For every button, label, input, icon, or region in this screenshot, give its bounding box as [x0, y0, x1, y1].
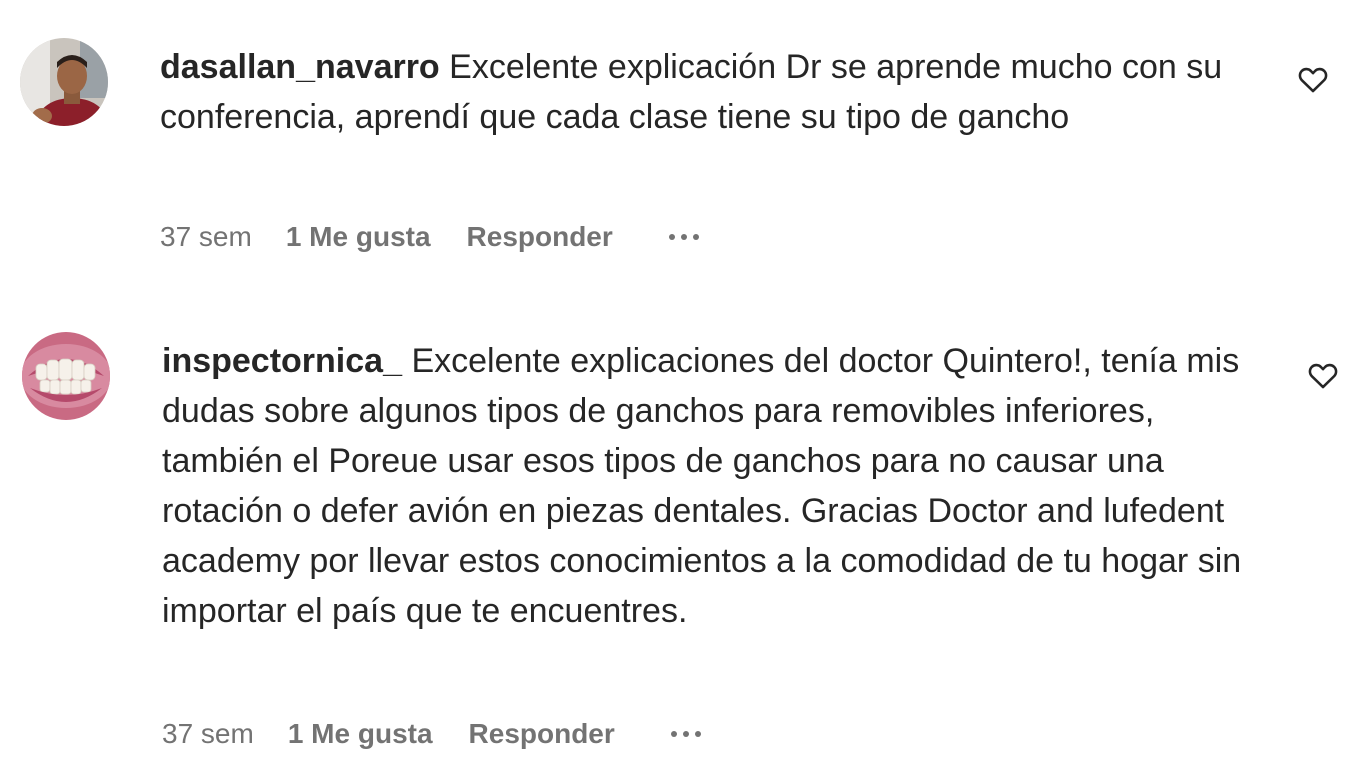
- comment-username[interactable]: dasallan_navarro: [160, 48, 440, 86]
- user-avatar[interactable]: [20, 38, 108, 126]
- heart-outline-icon[interactable]: [1306, 358, 1340, 392]
- comment-text: Excelente explicaciones del doctor Quint…: [162, 342, 1242, 630]
- man-portrait-avatar: [20, 38, 108, 126]
- more-dot: [682, 731, 689, 737]
- teeth-photo-avatar: [22, 332, 110, 420]
- more-horizontal-icon[interactable]: [670, 731, 701, 737]
- more-horizontal-icon[interactable]: [668, 234, 699, 240]
- likes-count-button[interactable]: 1 Me gusta: [288, 718, 433, 750]
- comment-body: inspectornica_ Excelente explicaciones d…: [162, 336, 1262, 636]
- more-dot: [670, 731, 677, 737]
- likes-count-button[interactable]: 1 Me gusta: [286, 221, 431, 253]
- comment-body: dasallan_navarro Excelente explicación D…: [160, 42, 1250, 142]
- comment-timestamp: 37 sem: [162, 718, 254, 749]
- comment-meta: 37 sem 1 Me gusta Responder: [162, 714, 701, 754]
- more-dot: [692, 234, 699, 240]
- comment-timestamp: 37 sem: [160, 221, 252, 252]
- reply-button[interactable]: Responder: [467, 221, 613, 253]
- reply-button[interactable]: Responder: [469, 718, 615, 750]
- more-dot: [668, 234, 675, 240]
- comment-meta: 37 sem 1 Me gusta Responder: [160, 217, 699, 257]
- more-dot: [680, 234, 687, 240]
- comment-username[interactable]: inspectornica_: [162, 342, 402, 380]
- user-avatar[interactable]: [22, 332, 110, 420]
- heart-outline-icon[interactable]: [1296, 62, 1330, 96]
- more-dot: [694, 731, 701, 737]
